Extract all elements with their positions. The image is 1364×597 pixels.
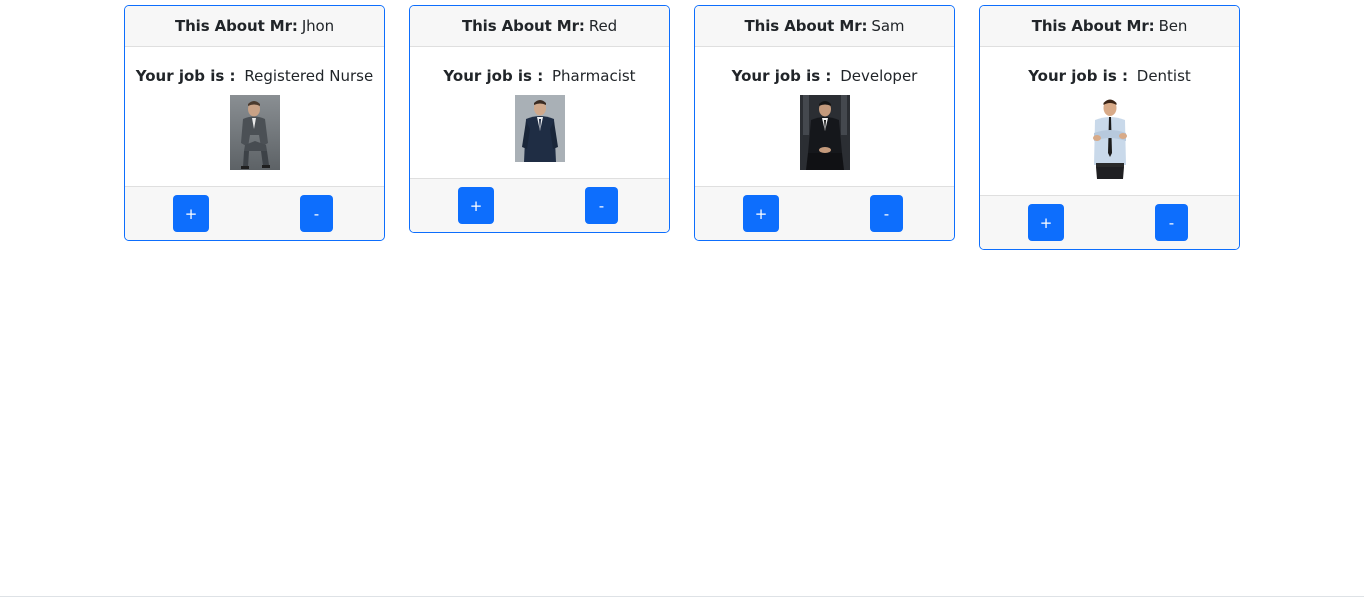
job-line: Your job is : Pharmacist: [418, 66, 661, 86]
decrement-button[interactable]: -: [1155, 204, 1188, 241]
card-footer: + -: [980, 195, 1239, 249]
person-name: Red: [588, 17, 618, 35]
job-prefix: Your job is :: [443, 67, 544, 85]
job-prefix: Your job is :: [1028, 67, 1128, 85]
person-cards-row: This About Mr: Jhon Your job is : Regist…: [124, 5, 1240, 250]
card-footer: + -: [410, 178, 669, 232]
increment-button[interactable]: +: [1028, 204, 1064, 241]
decrement-button[interactable]: -: [585, 187, 618, 224]
header-prefix: This About Mr:: [461, 17, 585, 35]
card-header: This About Mr: Ben: [980, 6, 1239, 47]
card-footer: + -: [125, 186, 384, 240]
increment-button[interactable]: +: [458, 187, 494, 224]
job-title: Pharmacist: [552, 67, 636, 85]
decrement-button[interactable]: -: [300, 195, 333, 232]
person-photo: [1084, 95, 1135, 179]
person-photo: [229, 95, 280, 170]
card-body: Your job is : Dentist: [980, 47, 1239, 195]
job-prefix: Your job is :: [731, 67, 832, 85]
card-header: This About Mr: Sam: [695, 6, 954, 47]
person-card-red: This About Mr: Red Your job is : Pharmac…: [409, 5, 670, 233]
card-header: This About Mr: Jhon: [125, 6, 384, 47]
job-line: Your job is : Registered Nurse: [133, 66, 376, 86]
person-card-jhon: This About Mr: Jhon Your job is : Regist…: [124, 5, 385, 241]
card-body: Your job is : Pharmacist: [410, 47, 669, 178]
person-photo: [514, 95, 565, 162]
person-card-sam: This About Mr: Sam Your job is : Develop…: [694, 5, 955, 241]
job-title: Dentist: [1136, 67, 1191, 85]
header-prefix: This About Mr:: [744, 17, 868, 35]
card-body: Your job is : Registered Nurse: [125, 47, 384, 186]
header-prefix: This About Mr:: [174, 17, 298, 35]
card-header: This About Mr: Red: [410, 6, 669, 47]
decrement-button[interactable]: -: [870, 195, 903, 232]
header-prefix: This About Mr:: [1031, 17, 1155, 35]
increment-button[interactable]: +: [173, 195, 209, 232]
job-prefix: Your job is :: [135, 67, 236, 85]
page: This About Mr: Jhon Your job is : Regist…: [0, 0, 1364, 597]
person-name: Sam: [871, 17, 905, 35]
person-name: Jhon: [301, 17, 335, 35]
increment-button[interactable]: +: [743, 195, 779, 232]
job-title: Registered Nurse: [244, 67, 374, 85]
job-line: Your job is : Developer: [703, 66, 946, 86]
job-title: Developer: [840, 67, 918, 85]
person-photo: [799, 95, 850, 170]
card-body: Your job is : Developer: [695, 47, 954, 186]
person-name: Ben: [1158, 17, 1188, 35]
person-card-ben: This About Mr: Ben Your job is : Dentist: [979, 5, 1240, 250]
card-footer: + -: [695, 186, 954, 240]
job-line: Your job is : Dentist: [988, 66, 1231, 86]
